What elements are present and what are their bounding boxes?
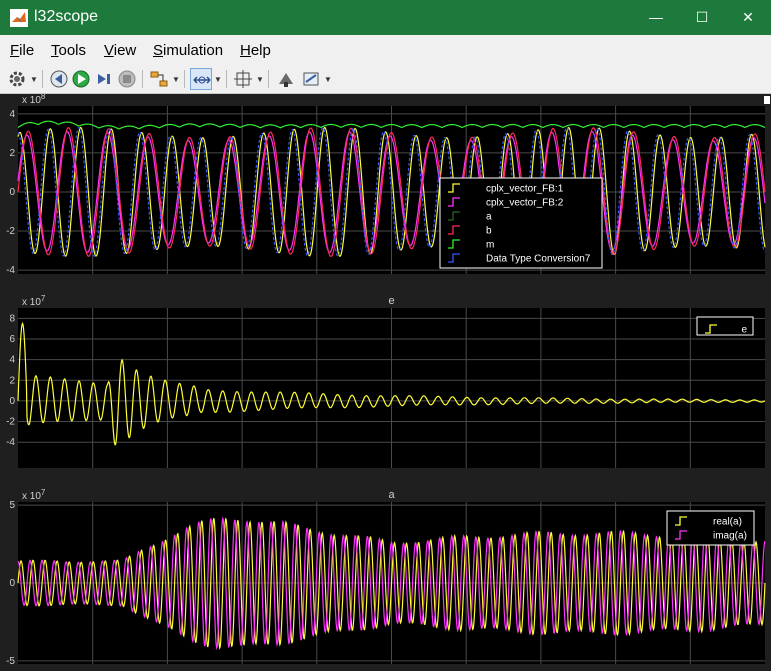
legend-entry: imag(a) <box>713 531 747 542</box>
scope-axes-1: 8 6 4 2 0 -2 -4 x 107 e e <box>6 294 766 468</box>
menu-help[interactable]: Help <box>240 42 271 59</box>
y-tick-label: 4 <box>9 355 15 366</box>
y-tick-label: 8 <box>9 313 15 324</box>
axes-corner-handle[interactable] <box>764 96 770 104</box>
toolbar: ▼ ▼ ▼ ▼ ▼ <box>0 65 771 94</box>
legend-entry: e <box>741 325 747 336</box>
menu-file[interactable]: File <box>10 42 34 59</box>
y-tick-label: 2 <box>9 148 15 159</box>
y-tick-label: 5 <box>9 500 15 511</box>
scope-plot-area: 4 2 0 -2 -4 x 108 cplx_vector_FB:1 cplx_vector_… <box>0 94 771 671</box>
legend-entry: a <box>486 212 492 223</box>
zoom-dropdown-icon[interactable]: ▼ <box>214 75 222 84</box>
legend-entry: m <box>486 240 494 251</box>
style-icon[interactable] <box>300 68 322 90</box>
legend-entry: cplx_vector_FB:1 <box>486 184 564 195</box>
maximize-button[interactable]: ☐ <box>679 0 725 35</box>
toolbar-separator <box>142 70 143 88</box>
run-icon[interactable] <box>70 68 92 90</box>
y-tick-label: 6 <box>9 334 15 345</box>
window-title: l32scope <box>34 8 99 25</box>
y-tick-label: -2 <box>6 226 15 237</box>
y-tick-label: 0 <box>9 187 15 198</box>
signal-select-icon[interactable] <box>148 68 170 90</box>
legend-entry: real(a) <box>713 517 742 528</box>
toolbar-separator <box>268 70 269 88</box>
y-tick-label: -4 <box>6 437 15 448</box>
menu-bar: File Tools View Simulation Help <box>0 35 771 65</box>
y-tick-label: -4 <box>6 265 15 276</box>
style-dropdown-icon[interactable]: ▼ <box>324 75 332 84</box>
matlab-logo-icon <box>10 9 28 27</box>
stop-icon[interactable] <box>116 68 138 90</box>
axes-title: e <box>388 295 394 307</box>
minimize-button[interactable]: — <box>633 0 679 35</box>
y-tick-label: 4 <box>9 109 15 120</box>
y-tick-label: 0 <box>9 578 15 589</box>
y-tick-label: -5 <box>6 656 15 667</box>
axes-title: a <box>388 489 395 501</box>
toolbar-separator <box>42 70 43 88</box>
scope-figure: 4 2 0 -2 -4 x 108 cplx_vector_FB:1 cplx_vector_… <box>6 94 770 667</box>
exponent-label: x 107 <box>22 488 46 502</box>
y-tick-label: -2 <box>6 417 15 428</box>
zoom-x-icon[interactable] <box>190 68 212 90</box>
exponent-label: x 108 <box>22 94 46 106</box>
gear-dropdown-icon[interactable]: ▼ <box>30 75 38 84</box>
menu-view[interactable]: View <box>104 42 136 59</box>
highlight-icon[interactable] <box>275 68 297 90</box>
signal-dropdown-icon[interactable]: ▼ <box>172 75 180 84</box>
title-bar: l32scope — ☐ ✕ <box>0 0 771 35</box>
exponent-label: x 107 <box>22 294 46 308</box>
legend-entry: cplx_vector_FB:2 <box>486 198 564 209</box>
fit-view-icon[interactable] <box>232 68 254 90</box>
y-tick-label: 2 <box>9 375 15 386</box>
toolbar-separator <box>184 70 185 88</box>
legend-entry: Data Type Conversion7 <box>486 254 591 265</box>
y-tick-label: 0 <box>9 396 15 407</box>
step-forward-icon[interactable] <box>93 68 115 90</box>
toolbar-separator <box>226 70 227 88</box>
gear-icon[interactable] <box>6 68 28 90</box>
menu-simulation[interactable]: Simulation <box>153 42 223 59</box>
scope-axes-2: 5 0 -5 x 107 a real(a) imag(a) <box>6 488 766 667</box>
legend-entry: b <box>486 226 492 237</box>
step-back-icon[interactable] <box>48 68 70 90</box>
menu-tools[interactable]: Tools <box>51 42 86 59</box>
fit-dropdown-icon[interactable]: ▼ <box>256 75 264 84</box>
scope-axes-0: 4 2 0 -2 -4 x 108 cplx_vector_FB:1 cplx_vector_… <box>6 94 766 276</box>
close-button[interactable]: ✕ <box>725 0 771 35</box>
